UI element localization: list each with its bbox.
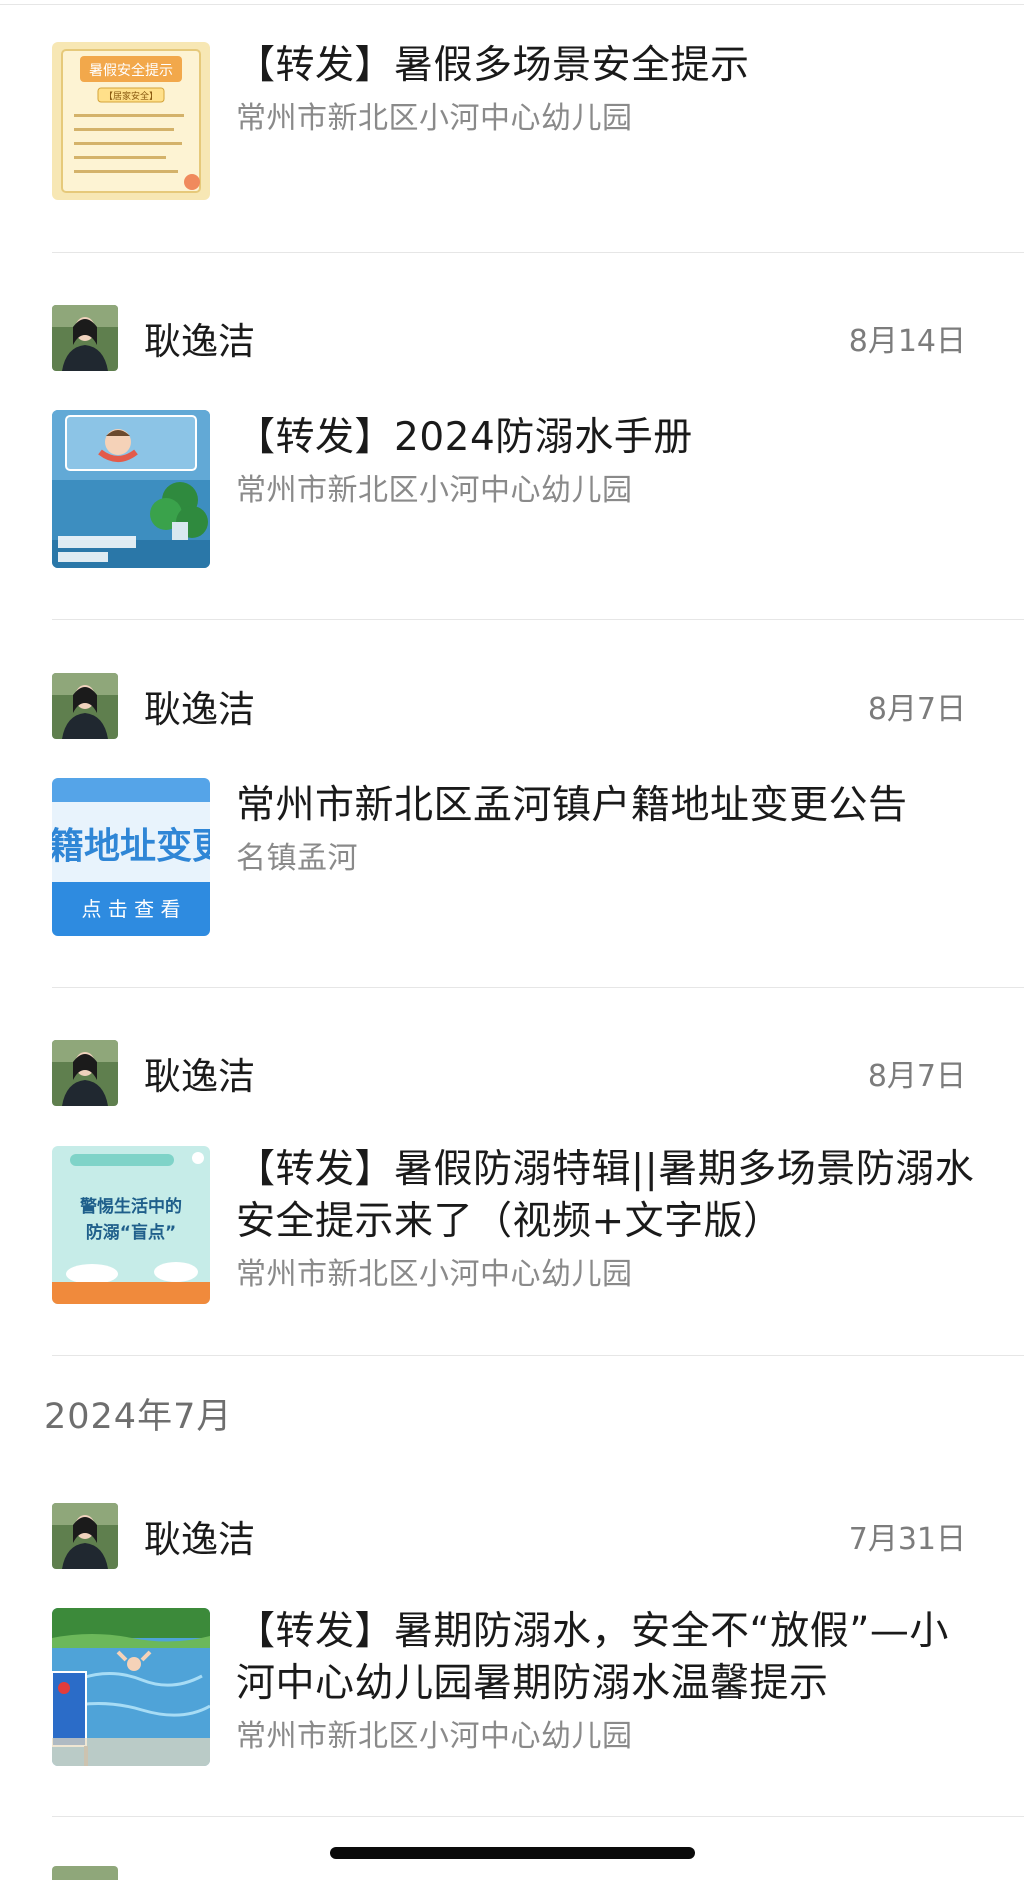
article-title: 常州市新北区孟河镇户籍地址变更公告 bbox=[236, 783, 908, 828]
month-header: 2024年7月 bbox=[44, 1397, 233, 1437]
divider bbox=[52, 1816, 1024, 1817]
svg-text:籍地址变更公: 籍地址变更公 bbox=[52, 825, 210, 867]
avatar[interactable] bbox=[52, 1503, 118, 1569]
article-thumbnail bbox=[52, 410, 210, 568]
divider bbox=[52, 987, 1024, 988]
message-date: 8月14日 bbox=[848, 324, 966, 359]
article-card[interactable]: 籍地址变更公 点 击 查 看 常州市新北区孟河镇户籍地址变更公告 名镇孟河 bbox=[52, 778, 984, 936]
avatar[interactable] bbox=[52, 305, 118, 371]
article-card[interactable]: 警惕生活中的 防溺“盲点” 【转发】暑假防溺特辑||暑期多场景防溺水安全提示来了… bbox=[52, 1146, 984, 1304]
article-source: 常州市新北区小河中心幼儿园 bbox=[236, 101, 633, 136]
message-date: 8月7日 bbox=[867, 1059, 966, 1094]
article-card[interactable]: 暑假安全提示 【居家安全】 【转发】暑假多场景安全提示 常州市新北区小河中心幼儿… bbox=[52, 42, 984, 200]
article-thumbnail bbox=[52, 1608, 210, 1766]
sender-row: 耿逸洁 8月7日 bbox=[52, 1040, 966, 1106]
avatar[interactable] bbox=[52, 1866, 118, 1880]
svg-text:警惕生活中的: 警惕生活中的 bbox=[79, 1196, 182, 1217]
divider bbox=[52, 252, 1024, 253]
article-title: 【转发】2024防溺水手册 bbox=[236, 415, 693, 460]
sender-row: 耿逸洁 7月31日 bbox=[52, 1503, 966, 1569]
message-feed: 暑假安全提示 【居家安全】 【转发】暑假多场景安全提示 常州市新北区小河中心幼儿… bbox=[0, 0, 1024, 1880]
article-title: 【转发】暑假多场景安全提示 bbox=[236, 43, 750, 88]
svg-text:点 击 查 看: 点 击 查 看 bbox=[81, 897, 180, 921]
article-thumbnail: 暑假安全提示 【居家安全】 bbox=[52, 42, 210, 200]
svg-text:【居家安全】: 【居家安全】 bbox=[104, 90, 158, 102]
divider bbox=[52, 619, 1024, 620]
sender-row: 耿逸洁 8月14日 bbox=[52, 305, 966, 371]
article-thumbnail: 籍地址变更公 点 击 查 看 bbox=[52, 778, 210, 936]
article-thumbnail: 警惕生活中的 防溺“盲点” bbox=[52, 1146, 210, 1304]
sender-name: 耿逸洁 bbox=[144, 688, 255, 731]
svg-text:防溺“盲点”: 防溺“盲点” bbox=[86, 1222, 176, 1243]
home-indicator[interactable] bbox=[330, 1847, 695, 1859]
article-title: 【转发】暑期防溺水，安全不“放假”—小河中心幼儿园暑期防溺水温馨提示 bbox=[236, 1609, 949, 1706]
sender-row: 耿逸洁 8月7日 bbox=[52, 673, 966, 739]
article-card[interactable]: 【转发】暑期防溺水，安全不“放假”—小河中心幼儿园暑期防溺水温馨提示 常州市新北… bbox=[52, 1608, 984, 1766]
article-source: 名镇孟河 bbox=[236, 841, 358, 876]
message-date: 7月31日 bbox=[848, 1522, 966, 1557]
avatar[interactable] bbox=[52, 1040, 118, 1106]
article-source: 常州市新北区小河中心幼儿园 bbox=[236, 1719, 633, 1754]
sender-name: 耿逸洁 bbox=[144, 1518, 255, 1561]
article-title: 【转发】暑假防溺特辑||暑期多场景防溺水安全提示来了（视频+文字版） bbox=[236, 1147, 975, 1244]
svg-text:暑假安全提示: 暑假安全提示 bbox=[89, 62, 173, 79]
article-card[interactable]: 【转发】2024防溺水手册 常州市新北区小河中心幼儿园 bbox=[52, 410, 984, 568]
article-source: 常州市新北区小河中心幼儿园 bbox=[236, 1257, 633, 1292]
avatar[interactable] bbox=[52, 673, 118, 739]
divider bbox=[0, 4, 1024, 5]
sender-name: 耿逸洁 bbox=[144, 1055, 255, 1098]
message-date: 8月7日 bbox=[867, 692, 966, 727]
divider bbox=[52, 1355, 1024, 1356]
sender-name: 耿逸洁 bbox=[144, 320, 255, 363]
article-source: 常州市新北区小河中心幼儿园 bbox=[236, 473, 633, 508]
